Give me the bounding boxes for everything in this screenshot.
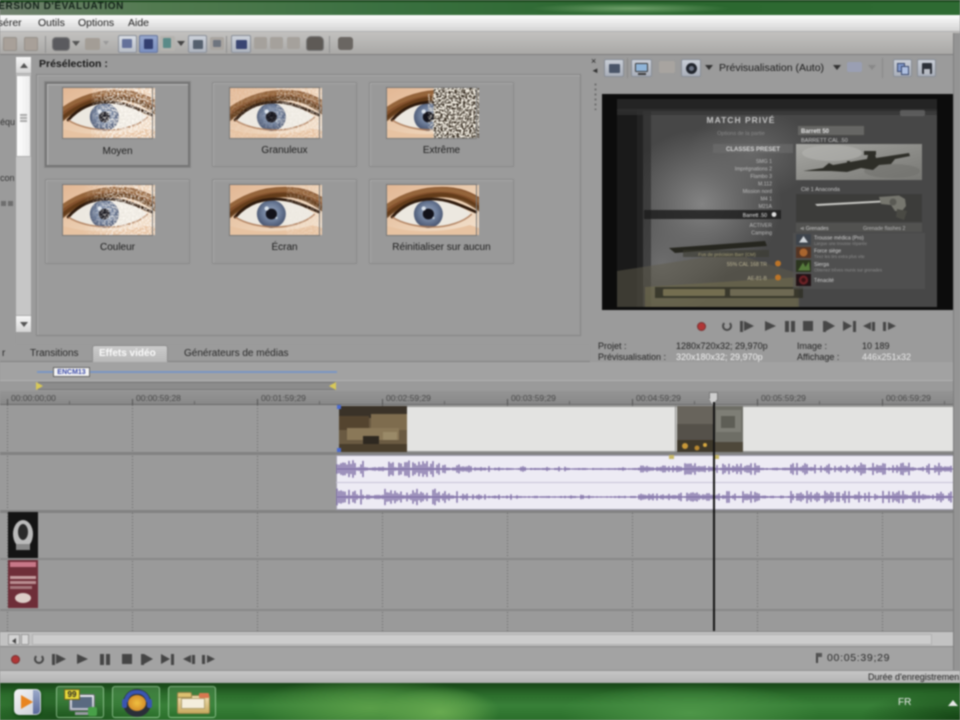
svg-text:⊲ Grenades: ⊲ Grenades [800, 226, 829, 232]
svg-text:SMG 1: SMG 1 [756, 159, 772, 165]
svg-text:ACTIVER: ACTIVER [750, 223, 773, 229]
svg-text:Fus de précision Barr (CM): Fus de précision Barr (CM) [698, 252, 756, 258]
svg-text:Flambo 3: Flambo 3 [750, 174, 772, 180]
svg-text:M.112: M.112 [758, 182, 772, 188]
svg-text:BARRETT CAL .50: BARRETT CAL .50 [801, 138, 848, 144]
svg-text:CLASSES PRESET: CLASSES PRESET [726, 147, 780, 153]
svg-text:Tirez les tirs extra plus vite: Tirez les tirs extra plus vite [814, 254, 865, 259]
svg-text:55% CAL 168 TR: 55% CAL 168 TR [727, 262, 767, 268]
svg-text:M4 1: M4 1 [760, 197, 772, 203]
svg-text:Options de la partie: Options de la partie [717, 131, 765, 137]
svg-text:Ténacité: Ténacité [814, 278, 834, 284]
svg-text:Grenade flashes 2: Grenade flashes 2 [863, 226, 906, 232]
svg-text:Imprégnations 2: Imprégnations 2 [735, 167, 772, 173]
svg-text:Obtenez trêves munis sur grena: Obtenez trêves munis sur grenades [814, 268, 882, 273]
svg-text:Barrett .50: Barrett .50 [743, 213, 767, 219]
svg-text:Barrett 50: Barrett 50 [801, 129, 830, 135]
svg-text:Largue une trousse réparée: Largue une trousse réparée [814, 241, 868, 246]
svg-text:M21A: M21A [758, 204, 772, 210]
svg-text:Camping: Camping [751, 231, 772, 237]
svg-text:Mission nord: Mission nord [743, 189, 773, 195]
svg-text:MATCH PRIVÉ: MATCH PRIVÉ [707, 115, 776, 125]
svg-text:AE-81-B: AE-81-B [747, 276, 767, 282]
svg-text:Clé 1 Anaconda: Clé 1 Anaconda [801, 187, 841, 193]
